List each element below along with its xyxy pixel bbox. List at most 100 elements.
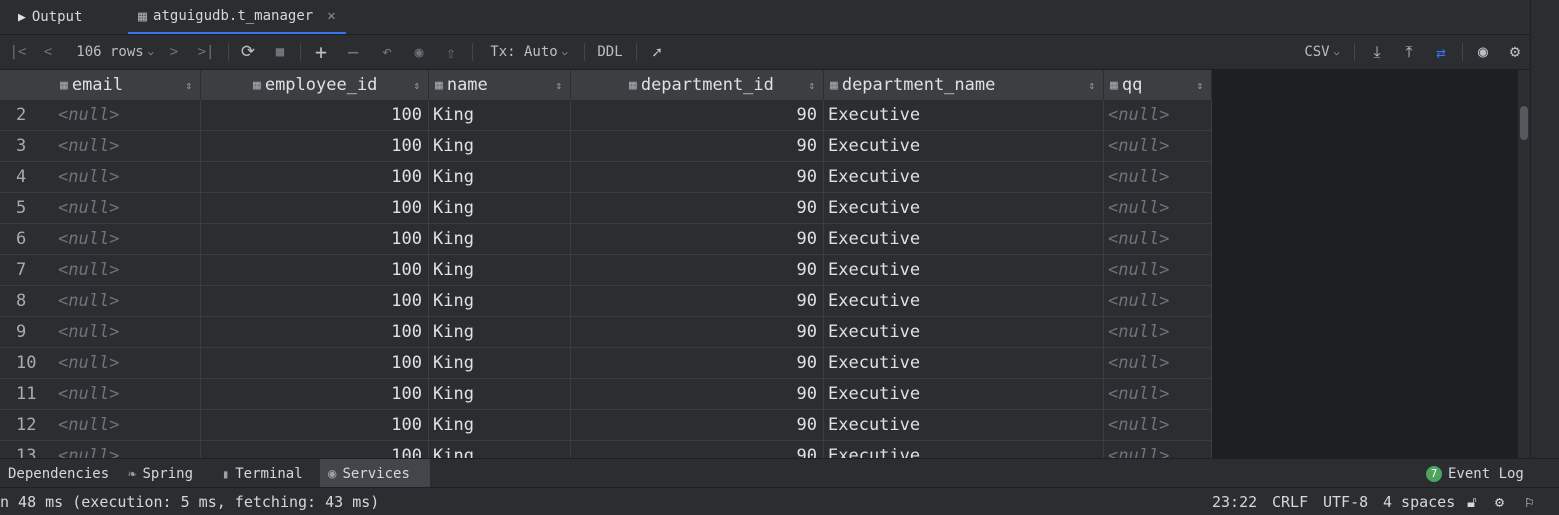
- row-number[interactable]: 3: [0, 131, 54, 161]
- pin-icon[interactable]: ➚: [644, 35, 670, 69]
- cell-name[interactable]: King: [429, 348, 571, 378]
- cell-employee-id[interactable]: 100: [201, 317, 429, 347]
- cell-qq[interactable]: <null>: [1104, 410, 1212, 440]
- stop-icon[interactable]: ■: [268, 35, 292, 69]
- cell-qq[interactable]: <null>: [1104, 162, 1212, 192]
- cell-department-id[interactable]: 90: [571, 317, 824, 347]
- cell-department-id[interactable]: 90: [571, 286, 824, 316]
- cell-qq[interactable]: <null>: [1104, 286, 1212, 316]
- table-row[interactable]: 3 <null> 100 King 90 Executive <null>: [0, 131, 1212, 162]
- cell-department-id[interactable]: 90: [571, 100, 824, 130]
- cell-name[interactable]: King: [429, 317, 571, 347]
- column-header-employee-id[interactable]: ▦ employee_id ⇕: [201, 70, 429, 100]
- cell-email[interactable]: <null>: [54, 286, 201, 316]
- cell-employee-id[interactable]: 100: [201, 410, 429, 440]
- next-page-icon[interactable]: >: [162, 35, 186, 69]
- table-row[interactable]: 9 <null> 100 King 90 Executive <null>: [0, 317, 1212, 348]
- cell-department-id[interactable]: 90: [571, 224, 824, 254]
- cell-department-id[interactable]: 90: [571, 162, 824, 192]
- row-number[interactable]: 12: [0, 410, 54, 440]
- scrollbar-thumb[interactable]: [1520, 106, 1528, 140]
- cell-name[interactable]: King: [429, 286, 571, 316]
- cell-employee-id[interactable]: 100: [201, 193, 429, 223]
- table-row[interactable]: 4 <null> 100 King 90 Executive <null>: [0, 162, 1212, 193]
- refresh-icon[interactable]: ⟳: [236, 35, 260, 69]
- cell-qq[interactable]: <null>: [1104, 193, 1212, 223]
- cell-department-id[interactable]: 90: [571, 441, 824, 458]
- cell-email[interactable]: <null>: [54, 100, 201, 130]
- cell-qq[interactable]: <null>: [1104, 348, 1212, 378]
- cell-email[interactable]: <null>: [54, 317, 201, 347]
- column-header-name[interactable]: ▦ name ⇕: [429, 70, 571, 100]
- cell-department-id[interactable]: 90: [571, 255, 824, 285]
- cell-name[interactable]: King: [429, 193, 571, 223]
- cell-department-name[interactable]: Executive: [824, 379, 1104, 409]
- tool-window-spring[interactable]: ❧ Spring: [120, 459, 201, 488]
- cell-email[interactable]: <null>: [54, 255, 201, 285]
- cell-employee-id[interactable]: 100: [201, 100, 429, 130]
- cell-department-id[interactable]: 90: [571, 193, 824, 223]
- sort-icon[interactable]: ⇕: [555, 79, 562, 92]
- cell-employee-id[interactable]: 100: [201, 286, 429, 316]
- cell-department-name[interactable]: Executive: [824, 224, 1104, 254]
- cell-department-id[interactable]: 90: [571, 410, 824, 440]
- cell-email[interactable]: <null>: [54, 348, 201, 378]
- table-row[interactable]: 13 <null> 100 King 90 Executive <null>: [0, 441, 1212, 458]
- column-header-department-id[interactable]: ▦ department_id ⇕: [571, 70, 824, 100]
- close-icon[interactable]: ✕: [327, 8, 335, 24]
- cell-department-id[interactable]: 90: [571, 379, 824, 409]
- tool-window-dependencies[interactable]: Dependencies: [0, 459, 117, 488]
- cell-employee-id[interactable]: 100: [201, 441, 429, 458]
- previous-page-icon[interactable]: <: [36, 35, 60, 69]
- sort-icon[interactable]: ⇕: [1088, 79, 1095, 92]
- table-row[interactable]: 12 <null> 100 King 90 Executive <null>: [0, 410, 1212, 441]
- lock-icon[interactable]: 🔓︎: [1467, 488, 1477, 515]
- cell-department-name[interactable]: Executive: [824, 131, 1104, 161]
- preview-changes-icon[interactable]: ◉: [406, 35, 432, 69]
- tab-t-manager[interactable]: ▦ atguigudb.t_manager ✕: [128, 0, 346, 34]
- cell-qq[interactable]: <null>: [1104, 255, 1212, 285]
- cell-department-name[interactable]: Executive: [824, 162, 1104, 192]
- table-row[interactable]: 11 <null> 100 King 90 Executive <null>: [0, 379, 1212, 410]
- table-row[interactable]: 8 <null> 100 King 90 Executive <null>: [0, 286, 1212, 317]
- sort-icon[interactable]: ⇕: [808, 79, 815, 92]
- table-row[interactable]: 5 <null> 100 King 90 Executive <null>: [0, 193, 1212, 224]
- cell-department-name[interactable]: Executive: [824, 317, 1104, 347]
- cell-name[interactable]: King: [429, 100, 571, 130]
- row-number[interactable]: 7: [0, 255, 54, 285]
- cell-qq[interactable]: <null>: [1104, 131, 1212, 161]
- notifications-icon[interactable]: ⚐: [1525, 488, 1534, 515]
- export-format-dropdown[interactable]: CSV ⌵: [1298, 35, 1346, 69]
- cell-email[interactable]: <null>: [54, 193, 201, 223]
- table-row[interactable]: 6 <null> 100 King 90 Executive <null>: [0, 224, 1212, 255]
- cell-department-name[interactable]: Executive: [824, 441, 1104, 458]
- cell-employee-id[interactable]: 100: [201, 131, 429, 161]
- transaction-mode-dropdown[interactable]: Tx: Auto ⌵: [484, 35, 574, 69]
- indent-setting[interactable]: 4 spaces: [1383, 488, 1455, 515]
- table-row[interactable]: 7 <null> 100 King 90 Executive <null>: [0, 255, 1212, 286]
- column-header-department-name[interactable]: ▦ department_name ⇕: [824, 70, 1104, 100]
- caret-position[interactable]: 23:22: [1212, 488, 1257, 515]
- cell-name[interactable]: King: [429, 162, 571, 192]
- row-number[interactable]: 8: [0, 286, 54, 316]
- cell-qq[interactable]: <null>: [1104, 317, 1212, 347]
- cell-name[interactable]: King: [429, 224, 571, 254]
- cell-email[interactable]: <null>: [54, 162, 201, 192]
- event-log-button[interactable]: 7 Event Log: [1418, 459, 1532, 488]
- cell-department-name[interactable]: Executive: [824, 410, 1104, 440]
- cell-email[interactable]: <null>: [54, 441, 201, 458]
- row-number[interactable]: 4: [0, 162, 54, 192]
- cell-employee-id[interactable]: 100: [201, 348, 429, 378]
- cell-qq[interactable]: <null>: [1104, 100, 1212, 130]
- column-header-email[interactable]: ▦ email ⇕: [54, 70, 201, 100]
- last-page-icon[interactable]: >|: [194, 35, 218, 69]
- row-number[interactable]: 10: [0, 348, 54, 378]
- vertical-scrollbar[interactable]: [1518, 70, 1530, 458]
- submit-icon[interactable]: ⇧: [438, 35, 464, 69]
- cell-email[interactable]: <null>: [54, 410, 201, 440]
- cell-employee-id[interactable]: 100: [201, 255, 429, 285]
- cell-employee-id[interactable]: 100: [201, 379, 429, 409]
- column-header-qq[interactable]: ▦ qq ⇕: [1104, 70, 1212, 100]
- delete-row-icon[interactable]: −: [340, 35, 366, 69]
- cell-department-name[interactable]: Executive: [824, 348, 1104, 378]
